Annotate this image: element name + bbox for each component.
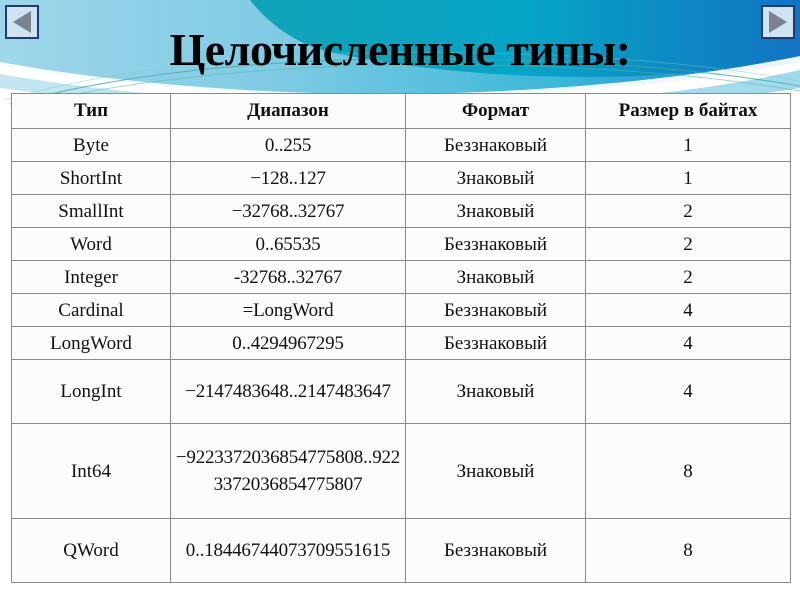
table-row: ShortInt −128..127 Знаковый 1: [11, 161, 791, 195]
column-header-range: Диапазон: [170, 93, 406, 129]
presentation-slide: Целочисленные типы: Тип Диапазон Формат …: [0, 0, 800, 600]
cell-type: Cardinal: [11, 293, 171, 327]
cell-format: Знаковый: [405, 161, 586, 195]
cell-format: Беззнаковый: [405, 227, 586, 261]
cell-size: 8: [585, 423, 791, 519]
cell-size: 4: [585, 359, 791, 424]
cell-range: 0..255: [170, 128, 406, 162]
cell-type: SmallInt: [11, 194, 171, 228]
cell-size: 8: [585, 518, 791, 583]
cell-type: Word: [11, 227, 171, 261]
cell-format: Беззнаковый: [405, 518, 586, 583]
cell-range: 0..4294967295: [170, 326, 406, 360]
cell-range: −9223372036854775808..922337203685477580…: [170, 423, 406, 519]
cell-range: 0..65535: [170, 227, 406, 261]
triangle-right-icon: [769, 11, 787, 33]
cell-format: Беззнаковый: [405, 293, 586, 327]
cell-range: 0..18446744073709551615: [170, 518, 406, 583]
cell-range: −128..127: [170, 161, 406, 195]
previous-slide-button[interactable]: [5, 5, 39, 39]
cell-type: Byte: [11, 128, 171, 162]
cell-type: QWord: [11, 518, 171, 583]
table-body: Byte 0..255 Беззнаковый 1 ShortInt −128..127 З…: [11, 128, 791, 583]
cell-type: Int64: [11, 423, 171, 519]
cell-size: 2: [585, 194, 791, 228]
cell-range: −2147483648..2147483647: [170, 359, 406, 424]
column-header-format: Формат: [405, 93, 586, 129]
cell-size: 4: [585, 326, 791, 360]
table-row: Word 0..65535 Беззнаковый 2: [11, 227, 791, 261]
slide-title: Целочисленные типы:: [169, 24, 631, 75]
integer-types-table: Тип Диапазон Формат Размер в байтах Byte…: [11, 93, 791, 583]
cell-size: 2: [585, 260, 791, 294]
cell-format: Беззнаковый: [405, 128, 586, 162]
column-header-type: Тип: [11, 93, 171, 129]
table-row: SmallInt −32768..32767 Знаковый 2: [11, 194, 791, 228]
cell-size: 1: [585, 161, 791, 195]
table-row: QWord 0..18446744073709551615 Беззнаковый 8: [11, 518, 791, 583]
table-row: Cardinal =LongWord Беззнаковый 4: [11, 293, 791, 327]
table-row: LongWord 0..4294967295 Беззнаковый 4: [11, 326, 791, 360]
cell-size: 4: [585, 293, 791, 327]
next-slide-button[interactable]: [761, 5, 795, 39]
cell-format: Знаковый: [405, 260, 586, 294]
integer-types-table-container: Тип Диапазон Формат Размер в байтах Byte…: [11, 93, 791, 583]
cell-format: Знаковый: [405, 359, 586, 424]
cell-type: ShortInt: [11, 161, 171, 195]
table-header-row: Тип Диапазон Формат Размер в байтах: [11, 93, 791, 129]
cell-type: Integer: [11, 260, 171, 294]
cell-type: LongInt: [11, 359, 171, 424]
cell-format: Беззнаковый: [405, 326, 586, 360]
cell-size: 2: [585, 227, 791, 261]
table-row: Byte 0..255 Беззнаковый 1: [11, 128, 791, 162]
table-row: Int64 −9223372036854775808..9223372036854…: [11, 423, 791, 519]
cell-range: =LongWord: [170, 293, 406, 327]
cell-format: Знаковый: [405, 194, 586, 228]
table-row: LongInt −2147483648..2147483647 Знаковый 4: [11, 359, 791, 424]
cell-type: LongWord: [11, 326, 171, 360]
table-row: Integer -32768..32767 Знаковый 2: [11, 260, 791, 294]
triangle-left-icon: [13, 11, 31, 33]
cell-range: -32768..32767: [170, 260, 406, 294]
cell-range: −32768..32767: [170, 194, 406, 228]
cell-size: 1: [585, 128, 791, 162]
column-header-size: Размер в байтах: [585, 93, 791, 129]
cell-format: Знаковый: [405, 423, 586, 519]
